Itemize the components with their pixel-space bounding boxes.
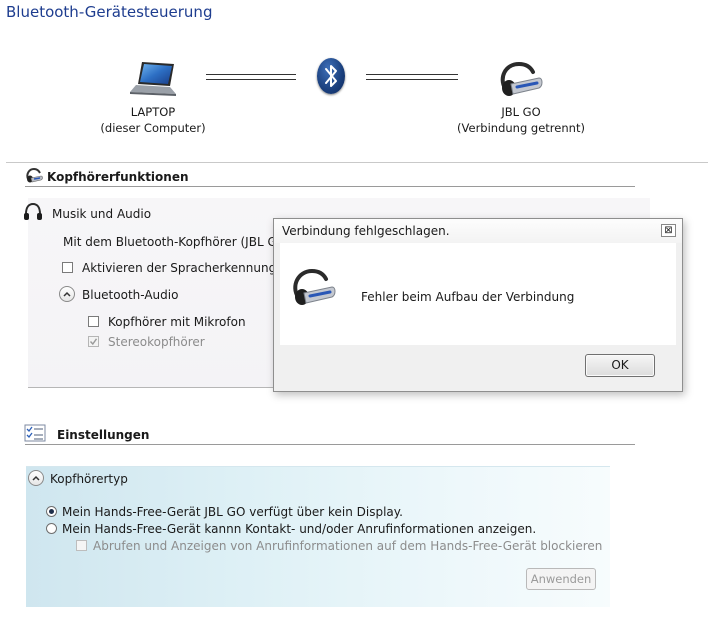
block-call-info-label: Abrufen und Anzeigen von Anrufinformatio…: [93, 539, 603, 553]
musik-bottom-divider: [28, 387, 288, 388]
chevron-up-icon: [32, 475, 40, 481]
remote-device-name: JBL GO: [501, 105, 541, 119]
headset-type-collapse-button[interactable]: [28, 470, 44, 486]
connection-failed-dialog: Verbindung fehlgeschlagen. ⊠ Fehler beim…: [273, 218, 683, 392]
musik-description: Mit dem Bluetooth-Kopfhörer (JBL GO) v: [63, 235, 302, 249]
settings-section-title: Einstellungen: [57, 428, 150, 442]
dialog-message: Fehler beim Aufbau der Verbindung: [361, 290, 575, 304]
headset-type-title: Kopfhörertyp: [50, 472, 128, 486]
apply-button[interactable]: Anwenden: [526, 568, 596, 590]
speech-recognition-label: Aktivieren der Spracherkennung für: [82, 261, 297, 275]
bluetooth-audio-collapse-button[interactable]: [59, 286, 75, 302]
dialog-body: Fehler beim Aufbau der Verbindung: [280, 243, 676, 345]
headphones-icon: [23, 202, 43, 222]
bluetooth-icon: [317, 58, 345, 94]
block-call-info-checkbox[interactable]: [76, 540, 87, 551]
remote-device-subtitle: (Verbindung getrennt): [457, 121, 585, 135]
radio-no-display[interactable]: [46, 506, 57, 517]
dialog-close-button[interactable]: ⊠: [661, 224, 676, 237]
speech-recognition-checkbox[interactable]: [62, 262, 73, 273]
headset-microphone-label: Kopfhörer mit Mikrofon: [108, 315, 246, 329]
chevron-up-icon: [63, 291, 71, 297]
ok-button[interactable]: OK: [585, 354, 655, 377]
page-title: Bluetooth-Gerätesteuerung: [6, 3, 213, 21]
close-icon: ⊠: [664, 225, 673, 236]
headset-type-panel: [26, 466, 610, 607]
radio-display-label: Mein Hands-Free-Gerät kannn Kontakt- und…: [62, 522, 537, 536]
headset-microphone-checkbox[interactable]: [88, 316, 99, 327]
stereo-headphones-checkbox[interactable]: [88, 336, 99, 347]
headphone-section-rule: [25, 186, 635, 187]
dialog-title: Verbindung fehlgeschlagen.: [282, 224, 450, 238]
radio-display[interactable]: [46, 523, 57, 534]
laptop-icon: [128, 60, 178, 100]
checkmark-icon: [89, 338, 98, 346]
headset-icon: [288, 267, 338, 309]
headphone-functions-icon: [25, 167, 43, 184]
header-divider: [6, 162, 708, 163]
connection-line-left: [206, 74, 296, 80]
settings-list-icon: [24, 424, 46, 442]
musik-audio-title: Musik und Audio: [52, 207, 152, 221]
bluetooth-audio-label: Bluetooth-Audio: [82, 288, 179, 302]
connection-line-right: [366, 74, 458, 80]
radio-no-display-label: Mein Hands-Free-Gerät JBL GO verfügt übe…: [62, 505, 403, 519]
local-device-name: LAPTOP: [130, 105, 176, 119]
local-device-subtitle: (dieser Computer): [100, 121, 206, 135]
headset-icon: [495, 60, 545, 100]
headphone-section-title: Kopfhörerfunktionen: [47, 170, 189, 184]
stereo-headphones-label: Stereokopfhörer: [108, 335, 205, 349]
settings-section-rule: [25, 444, 635, 445]
